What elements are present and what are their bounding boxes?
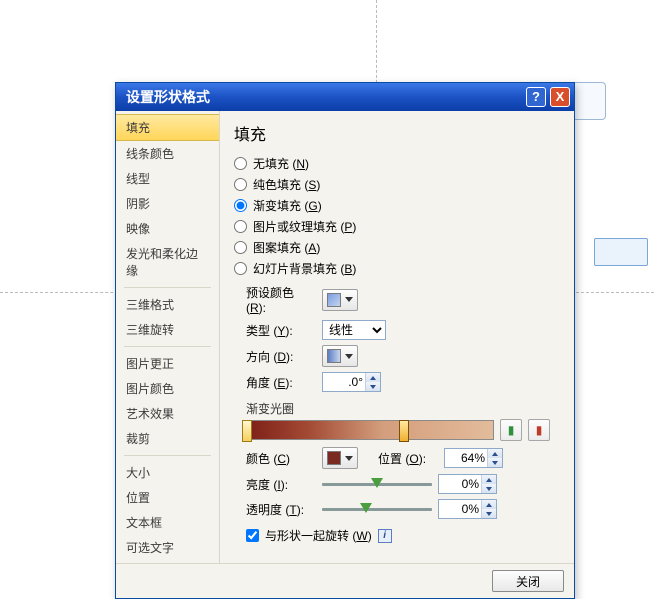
fill-option-radio[interactable] (234, 262, 247, 275)
gradient-bar[interactable] (246, 420, 494, 440)
fill-option[interactable]: 渐变填充 (G) (234, 195, 562, 216)
sidebar-item[interactable]: 大小 (116, 460, 219, 485)
sidebar-separator (124, 287, 211, 288)
spin-up[interactable] (366, 373, 380, 382)
fill-option[interactable]: 纯色填充 (S) (234, 174, 562, 195)
brightness-slider[interactable] (322, 476, 432, 492)
sidebar-item[interactable]: 映像 (116, 216, 219, 241)
panel-heading: 填充 (234, 121, 562, 145)
fill-option[interactable]: 无填充 (N) (234, 153, 562, 174)
position-label: 位置 (O): (378, 450, 438, 467)
preset-color-button[interactable] (322, 289, 358, 311)
fill-panel: 填充 无填充 (N)纯色填充 (S)渐变填充 (G)图片或纹理填充 (P)图案填… (220, 111, 574, 563)
sidebar-item[interactable]: 艺术效果 (116, 401, 219, 426)
sidebar-item[interactable]: 阴影 (116, 191, 219, 216)
angle-spinner[interactable] (322, 372, 381, 392)
transparency-label: 透明度 (T): (234, 501, 316, 518)
type-label: 类型 (Y): (234, 322, 316, 339)
category-sidebar: 填充线条颜色线型阴影映像发光和柔化边缘三维格式三维旋转图片更正图片颜色艺术效果裁… (116, 111, 220, 563)
sidebar-item[interactable]: 三维旋转 (116, 317, 219, 342)
brightness-spinner[interactable] (438, 474, 497, 494)
canvas-shape (594, 238, 648, 266)
stops-title: 渐变光圈 (246, 400, 562, 417)
brightness-label: 亮度 (I): (234, 476, 316, 493)
fill-option-radio[interactable] (234, 157, 247, 170)
sidebar-item[interactable]: 图片更正 (116, 351, 219, 376)
canvas-shape-2 (572, 82, 606, 120)
sidebar-item[interactable]: 可选文字 (116, 535, 219, 560)
transparency-spinner[interactable] (438, 499, 497, 519)
type-select[interactable]: 线性 (322, 320, 386, 340)
transparency-input[interactable] (439, 500, 481, 518)
fill-option[interactable]: 幻灯片背景填充 (B) (234, 258, 562, 279)
fill-option-radio[interactable] (234, 220, 247, 233)
chevron-down-icon (345, 456, 353, 461)
dialog-title: 设置形状格式 (126, 87, 210, 107)
titlebar[interactable]: 设置形状格式 ? X (116, 83, 574, 111)
fill-type-radios: 无填充 (N)纯色填充 (S)渐变填充 (G)图片或纹理填充 (P)图案填充 (… (234, 153, 562, 279)
fill-option-radio[interactable] (234, 199, 247, 212)
spin-down[interactable] (366, 382, 380, 391)
angle-label: 角度 (E): (234, 374, 316, 391)
rotate-with-shape-checkbox[interactable] (246, 529, 259, 542)
fill-option-radio[interactable] (234, 241, 247, 254)
sidebar-item[interactable]: 文本框 (116, 510, 219, 535)
format-shape-dialog: 设置形状格式 ? X 填充线条颜色线型阴影映像发光和柔化边缘三维格式三维旋转图片… (115, 82, 575, 599)
sidebar-item[interactable]: 线条颜色 (116, 141, 219, 166)
position-input[interactable] (445, 449, 487, 467)
sidebar-item[interactable]: 图片颜色 (116, 376, 219, 401)
sidebar-item[interactable]: 填充 (116, 114, 219, 141)
preset-label: 预设颜色 (R): (234, 284, 316, 315)
direction-button[interactable] (322, 345, 358, 367)
add-stop-button[interactable]: ▮ (500, 419, 522, 441)
position-spinner[interactable] (444, 448, 503, 468)
sidebar-separator (124, 346, 211, 347)
angle-input[interactable] (323, 373, 365, 391)
close-button[interactable]: 关闭 (492, 570, 564, 592)
help-button[interactable]: ? (526, 87, 546, 107)
fill-option-radio[interactable] (234, 178, 247, 191)
stop-color-button[interactable] (322, 447, 358, 469)
transparency-slider[interactable] (322, 501, 432, 517)
sidebar-item[interactable]: 裁剪 (116, 426, 219, 451)
remove-stop-button[interactable]: ▮ (528, 419, 550, 441)
rotate-with-shape-label[interactable]: 与形状一起旋转 (W) (265, 527, 372, 544)
chevron-down-icon (345, 297, 353, 302)
sidebar-separator (124, 455, 211, 456)
sidebar-item[interactable]: 三维格式 (116, 292, 219, 317)
chevron-down-icon (345, 354, 353, 359)
fill-option[interactable]: 图案填充 (A) (234, 237, 562, 258)
dialog-footer: 关闭 (116, 563, 574, 598)
direction-label: 方向 (D): (234, 348, 316, 365)
sidebar-item[interactable]: 发光和柔化边缘 (116, 241, 219, 283)
sidebar-item[interactable]: 线型 (116, 166, 219, 191)
color-label: 颜色 (C) (234, 450, 316, 467)
gradient-stop[interactable] (399, 420, 409, 442)
info-icon[interactable]: i (378, 529, 392, 543)
close-icon[interactable]: X (550, 87, 570, 107)
sidebar-item[interactable]: 位置 (116, 485, 219, 510)
fill-option[interactable]: 图片或纹理填充 (P) (234, 216, 562, 237)
gradient-stop[interactable] (242, 420, 252, 442)
brightness-input[interactable] (439, 475, 481, 493)
